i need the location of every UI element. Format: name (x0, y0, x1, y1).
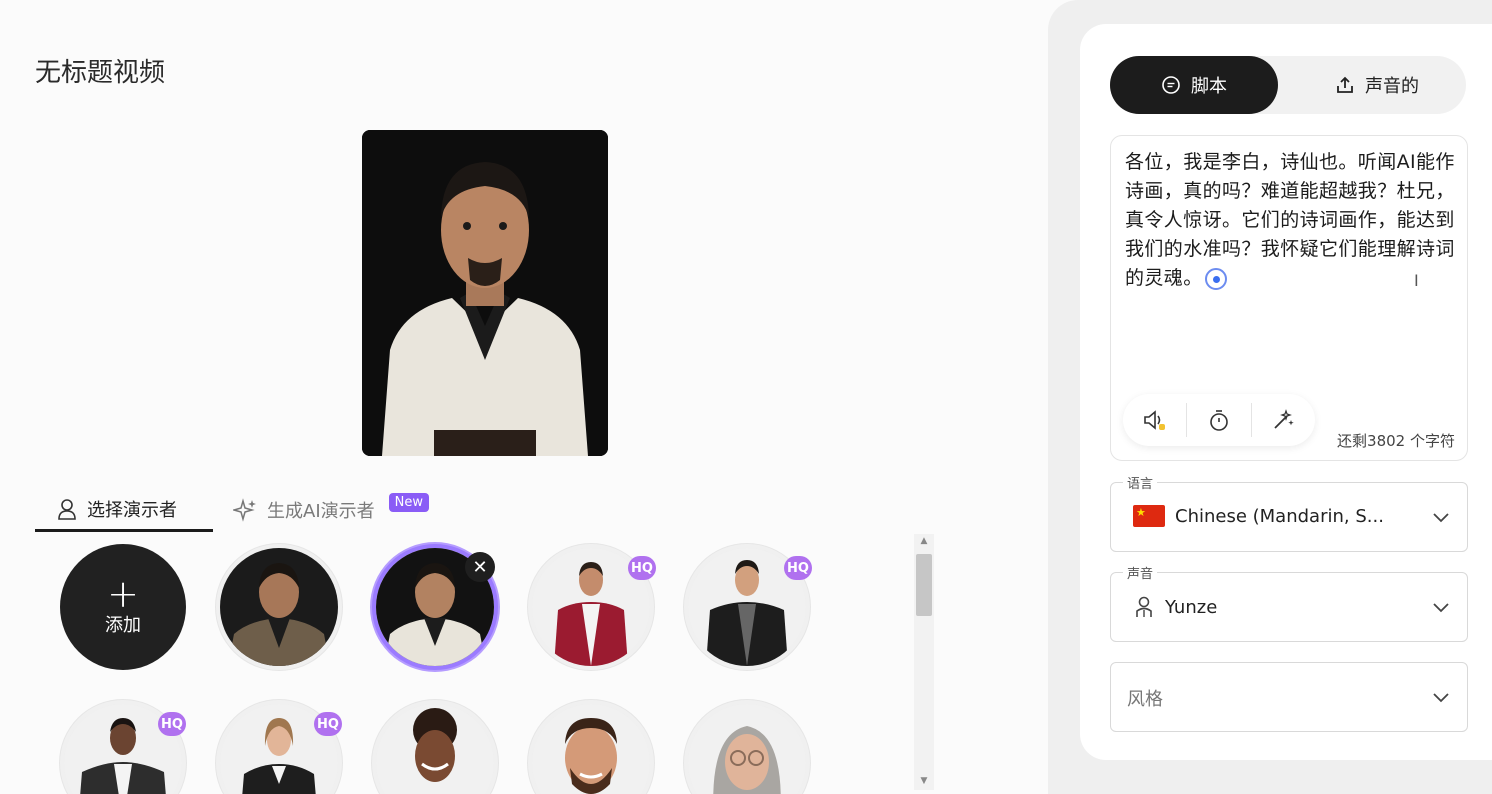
preview-presenter-image (362, 130, 608, 456)
avatar-image (532, 704, 650, 794)
person-icon (1136, 596, 1152, 617)
presenter-avatar-woman-curly-hair[interactable] (372, 700, 498, 794)
speaker-icon (1143, 410, 1165, 430)
avatar-image (376, 704, 494, 794)
voice-select[interactable]: 声音 Yunze (1110, 563, 1468, 642)
chat-bubble-icon (1162, 76, 1180, 94)
china-flag-icon (1133, 505, 1165, 527)
ai-magic-button[interactable] (1252, 403, 1315, 437)
script-textarea[interactable]: 各位，我是李白，诗仙也。听闻AI能作诗画，真的吗？难道能超越我？杜兄，真令人惊讶… (1125, 148, 1455, 293)
presenter-avatar-woman-gray-hair[interactable] (684, 700, 810, 794)
style-select[interactable]: 风格 (1110, 662, 1468, 732)
chevron-down-icon (1433, 693, 1449, 703)
hq-badge: HQ (158, 712, 186, 736)
scrollbar-thumb[interactable] (916, 554, 932, 616)
characters-remaining: 还剩3802 个字符 (1337, 432, 1455, 450)
language-value: Chinese (Mandarin, S... (1175, 505, 1384, 527)
tab-generate-ai-presenter-label: 生成AI演示者 (267, 501, 375, 522)
voice-value-row: Yunze (1133, 595, 1217, 619)
close-icon: ✕ (472, 556, 488, 578)
magic-wand-icon (1274, 409, 1295, 429)
cursor-indicator-icon (1204, 267, 1227, 290)
add-presenter-label: 添加 (105, 615, 141, 636)
user-icon (58, 498, 76, 520)
presenter-tabs: 选择演示者 生成AI演示者 New (35, 488, 455, 532)
tab-audio[interactable]: 声音的 (1288, 56, 1466, 114)
stopwatch-icon (1210, 410, 1228, 431)
avatar-image (688, 704, 806, 794)
voice-label: 声音 (1123, 563, 1158, 582)
scroll-up-arrow-icon[interactable]: ▲ (918, 536, 930, 548)
tab-generate-ai-presenter[interactable]: 生成AI演示者 New (233, 488, 429, 532)
language-label: 语言 (1123, 473, 1158, 492)
text-cursor-icon: I (1414, 271, 1419, 290)
chevron-down-icon (1433, 513, 1449, 523)
upload-icon (1337, 76, 1353, 93)
page-title[interactable]: 无标题视频 (35, 52, 165, 89)
presenter-grid-scrollbar[interactable]: ▲ ▼ (914, 534, 934, 790)
voice-value: Yunze (1165, 596, 1218, 618)
voice-preview-button[interactable] (1123, 403, 1188, 437)
plus-icon: + (107, 572, 139, 616)
timer-button[interactable] (1187, 403, 1252, 437)
video-preview (362, 130, 608, 456)
tab-select-presenter[interactable]: 选择演示者 (35, 488, 213, 532)
language-value-row: Chinese (Mandarin, S... (1133, 505, 1384, 527)
avatar-image (220, 548, 338, 666)
language-select[interactable]: 语言 Chinese (Mandarin, S... (1110, 473, 1468, 552)
tab-audio-label: 声音的 (1365, 76, 1419, 97)
new-badge: New (388, 492, 429, 512)
presenter-avatar-li-bai-dark-robe[interactable] (216, 544, 342, 670)
tab-script-label: 脚本 (1191, 76, 1227, 97)
tab-script[interactable]: 脚本 (1110, 56, 1278, 114)
scroll-down-arrow-icon[interactable]: ▼ (918, 776, 930, 788)
tab-select-presenter-label: 选择演示者 (87, 499, 177, 521)
presenter-grid: + 添加 ✕ HQ HQ HQ HQ (40, 540, 910, 794)
script-toolbar (1123, 394, 1315, 446)
hq-badge: HQ (314, 712, 342, 736)
style-placeholder: 风格 (1127, 689, 1163, 710)
sparkle-icon (233, 498, 256, 522)
chevron-down-icon (1433, 603, 1449, 613)
script-text: 各位，我是李白，诗仙也。听闻AI能作诗画，真的吗？难道能超越我？杜兄，真令人惊讶… (1125, 151, 1455, 289)
script-editor[interactable]: 各位，我是李白，诗仙也。听闻AI能作诗画，真的吗？难道能超越我？杜兄，真令人惊讶… (1110, 135, 1468, 461)
hq-badge: HQ (628, 556, 656, 580)
presenter-avatar-man-beard[interactable] (528, 700, 654, 794)
hq-badge: HQ (784, 556, 812, 580)
script-audio-toggle: 脚本 声音的 (1110, 56, 1466, 114)
remove-presenter-button[interactable]: ✕ (465, 552, 495, 582)
add-presenter-button[interactable]: + 添加 (60, 544, 186, 670)
